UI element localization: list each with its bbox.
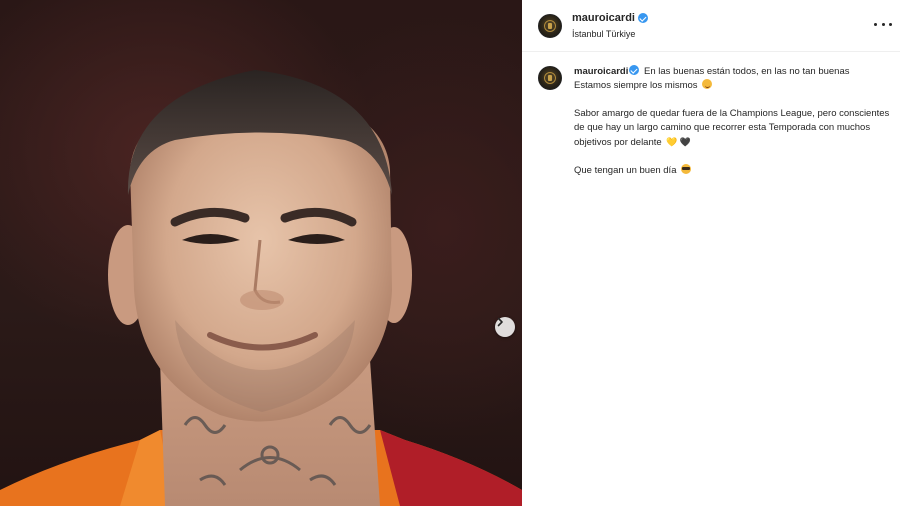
header-username[interactable]: mauroicardi <box>572 12 648 24</box>
caption-username[interactable]: mauroicardi <box>574 66 628 77</box>
chevron-right-icon <box>497 317 503 327</box>
post-side-panel: mauroicardi İstanbul Türkiye mauroicardi… <box>522 0 900 506</box>
portrait-illustration <box>0 70 522 506</box>
caption-paragraph-3: Que tengan un buen día <box>574 165 677 176</box>
post-caption: mauroicardi En las buenas están todos, e… <box>574 65 892 192</box>
caption-line-1: En las buenas están todos, en las no tan… <box>644 66 850 77</box>
verified-badge-icon <box>637 13 648 23</box>
avatar[interactable] <box>538 14 562 38</box>
smiling-face-emoji-icon <box>702 79 713 89</box>
yellow-heart-emoji-icon: 💛 <box>666 137 678 147</box>
black-heart-emoji-icon: 🖤 <box>679 137 691 147</box>
post-header: mauroicardi İstanbul Türkiye <box>522 0 900 52</box>
carousel-next-button[interactable] <box>495 317 515 337</box>
sunglasses-face-emoji-icon <box>681 164 692 174</box>
more-options-icon[interactable] <box>874 16 892 32</box>
location-link[interactable]: İstanbul Türkiye <box>572 29 635 39</box>
post-photo <box>0 0 522 506</box>
caption-avatar[interactable] <box>538 66 562 90</box>
caption-paragraph-2: Sabor amargo de quedar fuera de la Champ… <box>574 108 890 148</box>
username-text[interactable]: mauroicardi <box>572 12 635 24</box>
verified-badge-icon <box>629 65 640 75</box>
caption-line-2: Estamos siempre los mismos <box>574 80 698 91</box>
